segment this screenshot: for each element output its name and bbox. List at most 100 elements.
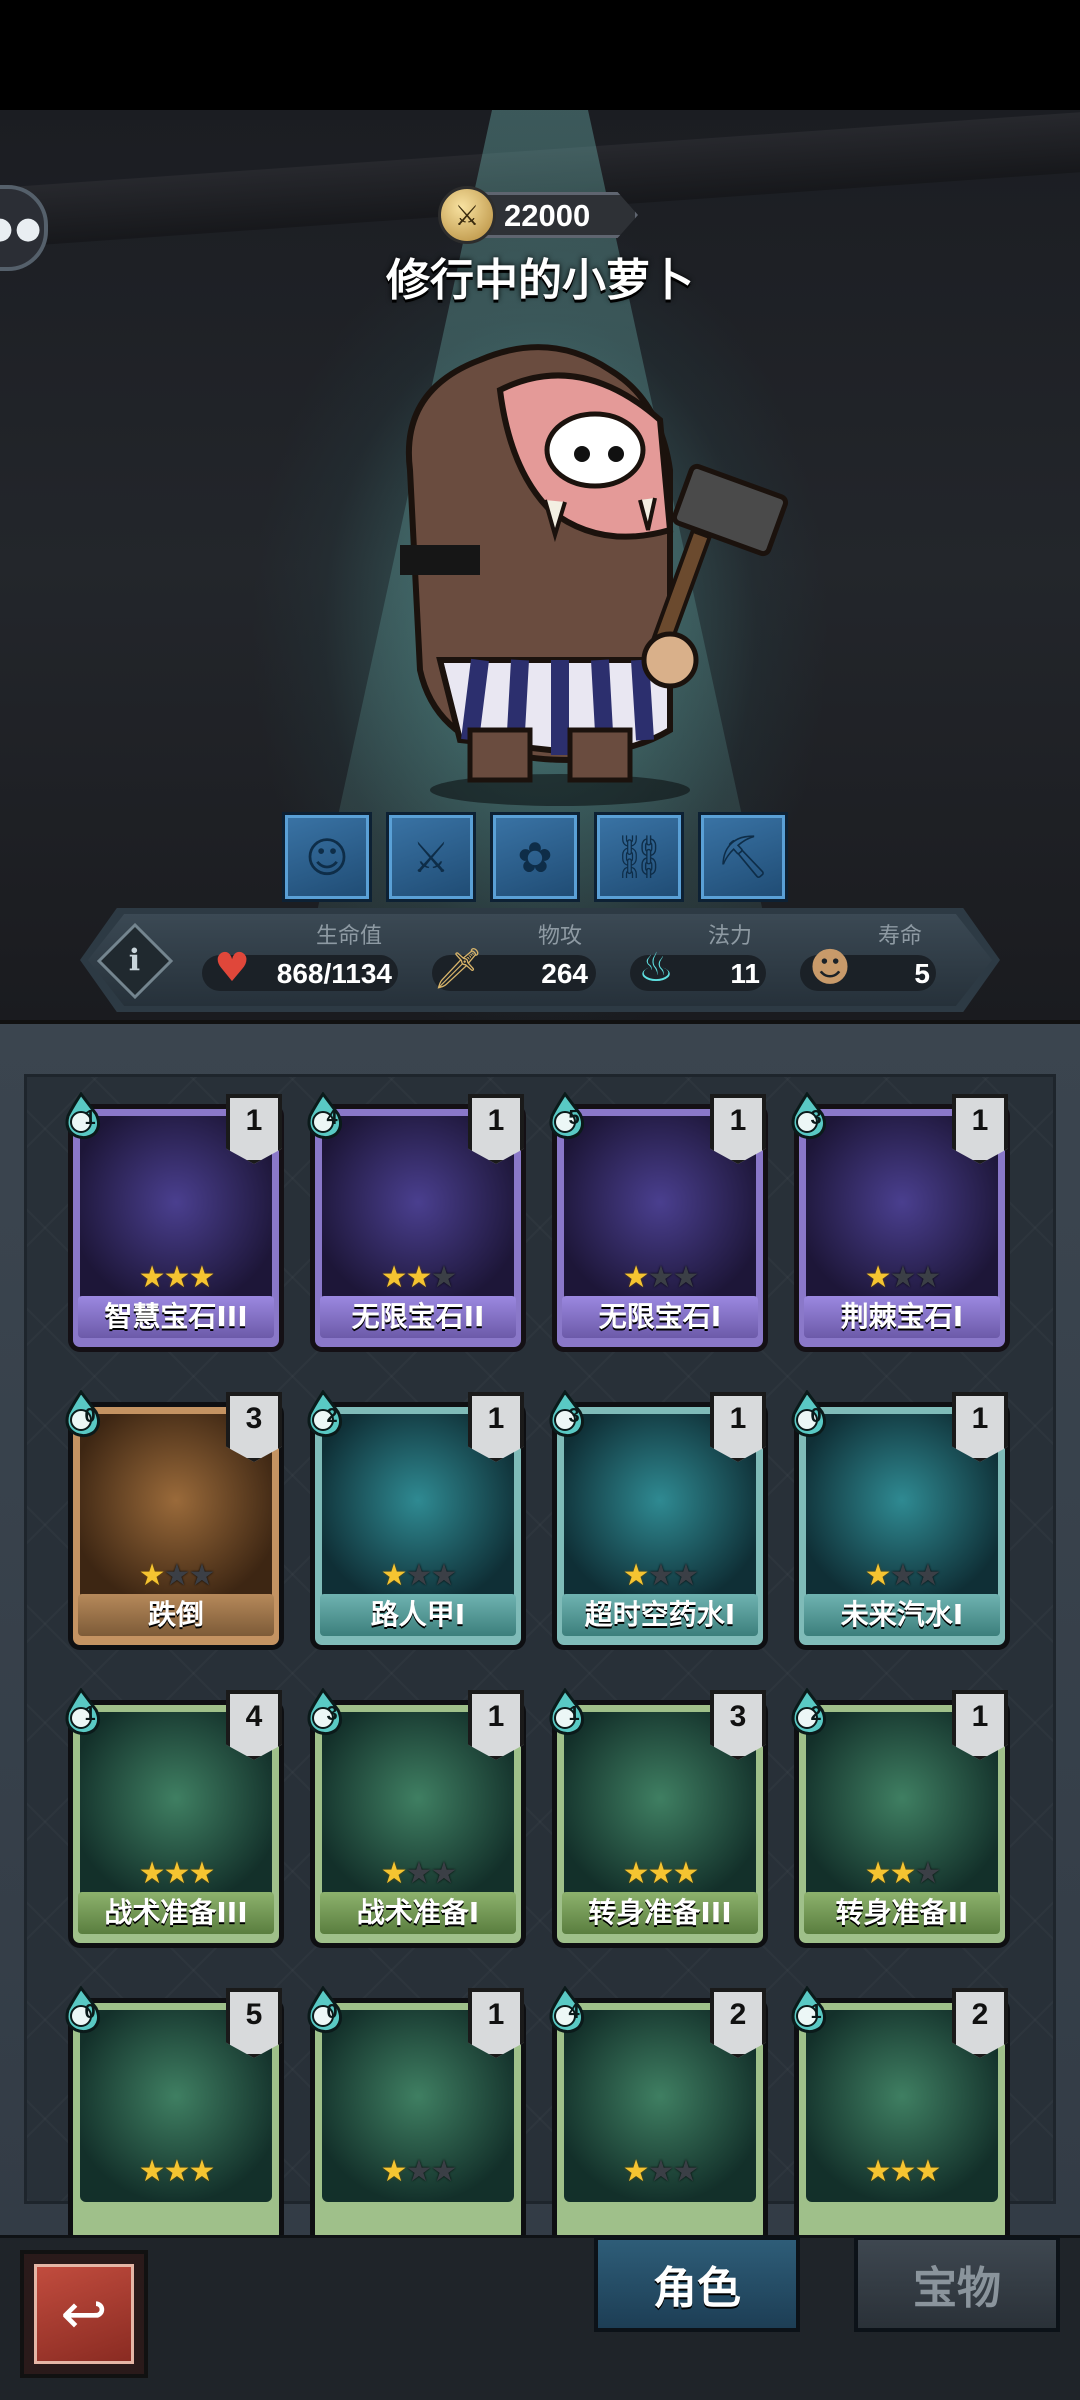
hero-name: 修行中的小萝卜 [386, 255, 694, 306]
sword-icon: 🗡 [432, 945, 484, 992]
card-cost: 0 [84, 1405, 96, 1427]
star-icon: ★ [914, 1260, 941, 1295]
mana-label: 法力 [708, 924, 753, 949]
card-name: 荆棘宝石I [804, 1296, 1000, 1338]
combat-power: ⚔ 22000 [438, 186, 638, 244]
card-cost: 1 [810, 2001, 822, 2023]
card-stars: ★★★ [310, 1558, 526, 1593]
card-stars: ★★★ [68, 1856, 284, 1891]
card-cost: 0 [84, 2001, 96, 2023]
star-icon: ★ [430, 1558, 457, 1593]
card[interactable]: ★★★ 无限宝石I 5 1 [549, 1092, 768, 1352]
card[interactable]: ★★★ 智慧宝石III 1 1 [65, 1092, 284, 1352]
star-icon: ★ [138, 1558, 166, 1593]
card-stars: ★★★ [68, 1260, 284, 1295]
card-cost: 3 [326, 1703, 338, 1725]
star-icon: ★ [672, 1260, 699, 1295]
card[interactable]: ★★★ 1 2 [791, 1986, 1010, 2246]
heart-icon: ♥ [214, 945, 250, 991]
star-icon: ★ [380, 1558, 408, 1593]
star-icon: ★ [405, 1856, 433, 1891]
attack-label: 物攻 [538, 924, 583, 949]
card-cost: 0 [326, 2001, 338, 2023]
mana-value: 11 [730, 958, 760, 989]
star-icon: ★ [864, 1856, 892, 1891]
star-icon: ★ [914, 2154, 941, 2189]
star-icon: ★ [138, 1260, 166, 1295]
chain-icon[interactable]: ⛓ [594, 812, 684, 902]
star-icon: ★ [163, 1558, 191, 1593]
card-stars: ★★★ [552, 2154, 768, 2189]
head-icon: ☻ [809, 945, 851, 991]
card[interactable]: ★★★ 超时空药水I 3 1 [549, 1390, 768, 1650]
star-icon: ★ [672, 1558, 699, 1593]
back-button[interactable]: ↩ [20, 2250, 148, 2378]
star-icon: ★ [622, 1260, 650, 1295]
star-icon: ★ [864, 2154, 892, 2189]
star-icon: ★ [163, 1260, 191, 1295]
card-stars: ★★★ [68, 1558, 284, 1593]
star-icon: ★ [647, 1856, 675, 1891]
sword-medal-icon: ⚔ [438, 186, 496, 244]
card[interactable]: ★★★ 无限宝石II 4 1 [307, 1092, 526, 1352]
hero-character[interactable] [370, 330, 830, 810]
star-icon: ★ [889, 1260, 917, 1295]
tab-treasure[interactable]: 宝物 [854, 2236, 1060, 2332]
star-icon: ★ [622, 2154, 650, 2189]
tab-role[interactable]: 角色 [594, 2236, 800, 2332]
beast-icon[interactable]: ✿ [490, 812, 580, 902]
card-cost: 3 [810, 1107, 822, 1129]
card[interactable]: ★★★ 0 5 [65, 1986, 284, 2246]
star-icon: ★ [380, 2154, 408, 2189]
card[interactable]: ★★★ 4 2 [549, 1986, 768, 2246]
card-stars: ★★★ [310, 2154, 526, 2189]
star-icon: ★ [188, 1558, 215, 1593]
star-icon: ★ [864, 1260, 892, 1295]
card-stars: ★★★ [794, 2154, 1010, 2189]
star-icon: ★ [405, 2154, 433, 2189]
star-icon: ★ [163, 2154, 191, 2189]
card-name: 无限宝石II [320, 1296, 516, 1338]
card-name: 未来汽水I [804, 1594, 1000, 1636]
star-icon: ★ [889, 1856, 917, 1891]
face-icon: ●● [0, 210, 44, 246]
card-name: 无限宝石I [562, 1296, 758, 1338]
card-cost: 5 [568, 1107, 580, 1129]
star-icon: ★ [889, 2154, 917, 2189]
card-name: 路人甲I [320, 1594, 516, 1636]
card[interactable]: ★★★ 转身准备III 1 3 [549, 1688, 768, 1948]
card[interactable]: ★★★ 路人甲I 2 1 [307, 1390, 526, 1650]
card-name: 转身准备III [562, 1892, 758, 1934]
star-icon: ★ [672, 2154, 699, 2189]
card[interactable]: ★★★ 未来汽水I 0 1 [791, 1390, 1010, 1650]
star-icon: ★ [914, 1856, 941, 1891]
card-cost: 1 [568, 1703, 580, 1725]
hp-value: 868/1134 [276, 958, 392, 989]
star-icon: ★ [405, 1558, 433, 1593]
card-stars: ★★★ [552, 1558, 768, 1593]
card-cost: 2 [810, 1703, 822, 1725]
star-icon: ★ [188, 1260, 215, 1295]
card[interactable]: ★★★ 跌倒 0 3 [65, 1390, 284, 1650]
card[interactable]: ★★★ 战术准备III 1 4 [65, 1688, 284, 1948]
card-stars: ★★★ [68, 2154, 284, 2189]
card[interactable]: ★★★ 0 1 [307, 1986, 526, 2246]
star-icon: ★ [188, 1856, 215, 1891]
hp-label: 生命值 [316, 924, 383, 949]
back-arrow-icon: ↩ [34, 2264, 134, 2364]
card-name: 跌倒 [78, 1594, 274, 1636]
life-label: 寿命 [878, 924, 923, 949]
sword-icon[interactable]: ⚔ [386, 812, 476, 902]
card-cost: 1 [84, 1107, 96, 1129]
card-stars: ★★★ [794, 1260, 1010, 1295]
card[interactable]: ★★★ 战术准备I 3 1 [307, 1688, 526, 1948]
card[interactable]: ★★★ 转身准备II 2 1 [791, 1688, 1010, 1948]
bear-face-icon[interactable]: ☺ [282, 812, 372, 902]
card-cost: 4 [568, 2001, 580, 2023]
card-stars: ★★★ [310, 1856, 526, 1891]
star-icon: ★ [430, 1856, 457, 1891]
star-icon: ★ [647, 1558, 675, 1593]
card[interactable]: ★★★ 荆棘宝石I 3 1 [791, 1092, 1010, 1352]
card-cost: 2 [326, 1405, 338, 1427]
pickaxe-icon[interactable]: ⛏ [698, 812, 788, 902]
